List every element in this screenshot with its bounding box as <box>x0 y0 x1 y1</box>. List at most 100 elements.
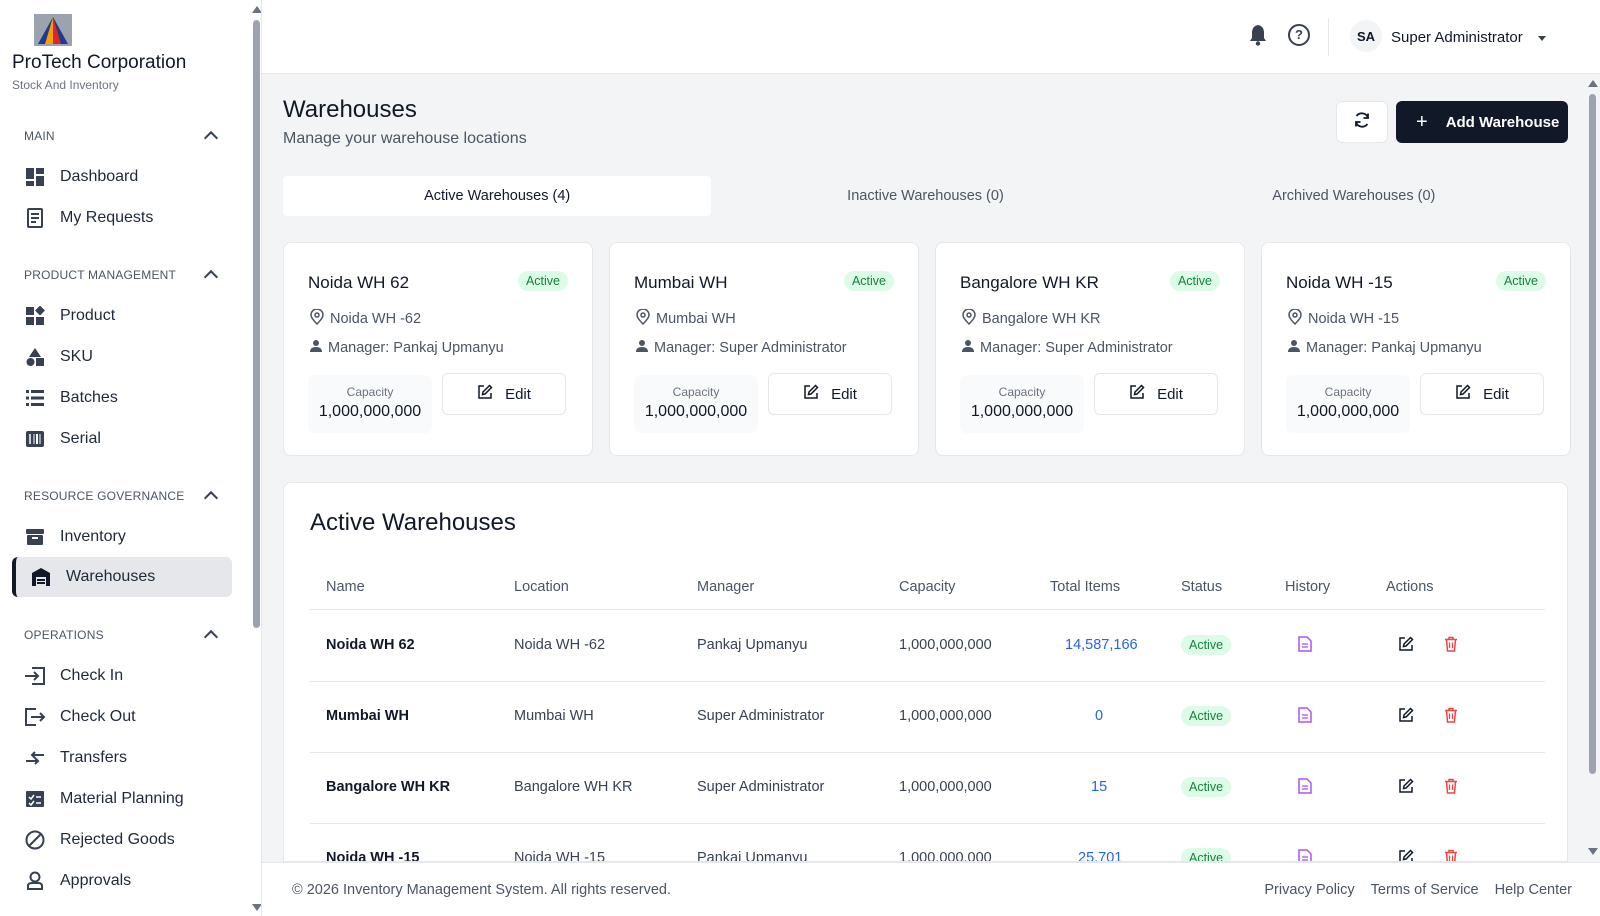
serial-icon <box>24 428 46 450</box>
cell-location: Mumbai WH <box>514 708 594 724</box>
sidebar-item-inventory[interactable]: Inventory <box>24 522 126 552</box>
person-icon <box>1288 339 1306 357</box>
cell-total-items[interactable]: 0 <box>1095 708 1103 724</box>
card-title: Bangalore WH KR <box>960 273 1099 292</box>
capacity-label: Capacity <box>1324 385 1372 399</box>
edit-icon <box>477 384 505 404</box>
sidebar-scroll-thumb[interactable] <box>253 20 260 628</box>
sidebar-item-material-planning[interactable]: Material Planning <box>24 784 184 814</box>
edit-icon[interactable] <box>1398 849 1414 861</box>
card-manager: Manager: Super Administrator <box>962 339 1173 357</box>
edit-button[interactable]: Edit <box>1420 373 1544 415</box>
sidebar-item-approvals[interactable]: Approvals <box>24 866 131 896</box>
section-operations-header[interactable]: OPERATIONS <box>24 627 220 645</box>
rejected-icon <box>24 829 46 851</box>
edit-button[interactable]: Edit <box>1094 373 1218 415</box>
batches-icon <box>24 387 46 409</box>
avatar[interactable]: SA <box>1350 20 1382 52</box>
sidebar-item-label: Transfers <box>60 749 127 766</box>
card-location: Noida WH -62 <box>310 308 421 329</box>
edit-button[interactable]: Edit <box>442 373 566 415</box>
sidebar-item-rejected-goods[interactable]: Rejected Goods <box>24 825 175 855</box>
sidebar-item-sku[interactable]: SKU <box>24 342 93 372</box>
map-pin-icon <box>962 308 982 329</box>
terms-of-service-link[interactable]: Terms of Service <box>1371 882 1479 898</box>
column-header-location[interactable]: Location <box>514 579 569 595</box>
cell-total-items[interactable]: 14,587,166 <box>1065 637 1138 653</box>
sidebar-item-batches[interactable]: Batches <box>24 383 118 413</box>
column-header-status[interactable]: Status <box>1181 579 1222 595</box>
edit-button[interactable]: Edit <box>768 373 892 415</box>
status-badge: Active <box>1181 848 1232 861</box>
section-title: RESOURCE GOVERNANCE <box>24 488 185 503</box>
section-resource-governance-header[interactable]: RESOURCE GOVERNANCE <box>24 488 220 506</box>
caret-down-icon[interactable] <box>1538 36 1546 41</box>
main-scroll-thumb[interactable] <box>1589 94 1596 774</box>
scroll-down-arrow-icon[interactable] <box>252 904 261 911</box>
trash-icon[interactable] <box>1444 707 1458 728</box>
scroll-up-arrow-icon[interactable] <box>1588 80 1598 87</box>
capacity-value: 1,000,000,000 <box>318 403 422 420</box>
edit-icon[interactable] <box>1398 707 1414 728</box>
chevron-up-icon[interactable] <box>203 130 219 146</box>
help-icon[interactable]: ? <box>1288 24 1310 46</box>
section-main-header[interactable]: MAIN <box>24 128 220 146</box>
column-header-name[interactable]: Name <box>326 579 365 595</box>
section-product-management-header[interactable]: PRODUCT MANAGEMENT <box>24 267 220 285</box>
add-warehouse-button[interactable]: + Add Warehouse <box>1396 101 1568 143</box>
history-document-icon[interactable] <box>1298 778 1312 799</box>
plus-icon: + <box>1416 110 1428 133</box>
cell-name: Bangalore WH KR <box>326 779 451 795</box>
refresh-button[interactable] <box>1336 101 1388 143</box>
cell-total-items[interactable]: 15 <box>1091 779 1107 795</box>
trash-icon[interactable] <box>1444 849 1458 861</box>
section-title: OPERATIONS <box>24 627 104 642</box>
column-header-manager[interactable]: Manager <box>697 579 754 595</box>
privacy-policy-link[interactable]: Privacy Policy <box>1264 882 1354 898</box>
sidebar-item-label: Rejected Goods <box>60 831 175 848</box>
sidebar-item-serial[interactable]: Serial <box>24 424 101 454</box>
scroll-down-arrow-icon[interactable] <box>1588 848 1598 855</box>
active-warehouses-panel: Active Warehouses Name Location Manager … <box>283 482 1568 862</box>
check-in-icon <box>24 665 46 687</box>
edit-icon[interactable] <box>1398 636 1414 657</box>
history-document-icon[interactable] <box>1298 707 1312 728</box>
sidebar-item-label: Material Planning <box>60 790 184 807</box>
brand-subtitle: Stock And Inventory <box>12 78 119 92</box>
sidebar-item-check-in[interactable]: Check In <box>24 661 123 691</box>
column-header-capacity[interactable]: Capacity <box>899 579 955 595</box>
table-row: Mumbai WH Mumbai WH Super Administrator … <box>310 681 1545 753</box>
chevron-up-icon[interactable] <box>203 629 219 645</box>
bell-icon[interactable] <box>1248 24 1268 51</box>
history-document-icon[interactable] <box>1298 636 1312 657</box>
tab-archived-warehouses[interactable]: Archived Warehouses (0) <box>1140 176 1568 216</box>
location-text: Mumbai WH <box>656 311 736 327</box>
help-center-link[interactable]: Help Center <box>1495 882 1572 898</box>
map-pin-icon <box>310 308 330 329</box>
user-name[interactable]: Super Administrator <box>1391 29 1523 46</box>
cell-name: Mumbai WH <box>326 708 409 724</box>
material-planning-icon <box>24 788 46 810</box>
column-header-total-items[interactable]: Total Items <box>1050 579 1120 595</box>
sidebar-item-check-out[interactable]: Check Out <box>24 702 136 732</box>
trash-icon[interactable] <box>1444 636 1458 657</box>
trash-icon[interactable] <box>1444 778 1458 799</box>
edit-icon <box>1455 384 1483 404</box>
person-icon <box>962 339 980 357</box>
location-text: Noida WH -15 <box>1308 311 1400 327</box>
section-title: PRODUCT MANAGEMENT <box>24 267 177 282</box>
history-document-icon[interactable] <box>1298 849 1312 861</box>
sidebar-item-my-requests[interactable]: My Requests <box>24 203 153 233</box>
sidebar-item-warehouses[interactable]: Warehouses <box>12 557 232 597</box>
sidebar-item-dashboard[interactable]: Dashboard <box>24 162 138 192</box>
cell-total-items[interactable]: 25,701 <box>1078 850 1122 861</box>
tab-active-warehouses[interactable]: Active Warehouses (4) <box>283 176 712 216</box>
sidebar-item-product[interactable]: Product <box>24 301 115 331</box>
sidebar-item-transfers[interactable]: Transfers <box>24 743 127 773</box>
tab-inactive-warehouses[interactable]: Inactive Warehouses (0) <box>711 176 1139 216</box>
scroll-up-arrow-icon[interactable] <box>252 6 261 13</box>
chevron-up-icon[interactable] <box>203 269 219 285</box>
edit-label: Edit <box>1157 385 1183 403</box>
edit-icon[interactable] <box>1398 778 1414 799</box>
chevron-up-icon[interactable] <box>203 490 219 506</box>
